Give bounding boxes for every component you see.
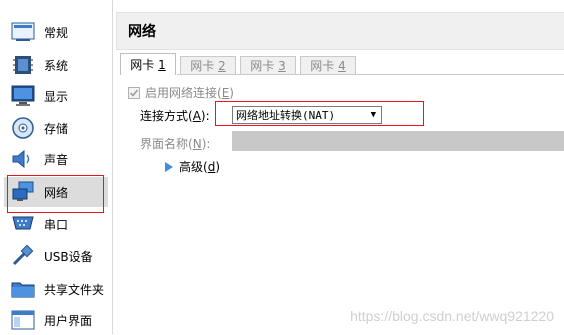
tab-label: 网卡 [130, 58, 155, 72]
advanced-label: 高级 [179, 160, 204, 174]
tab-label: 网卡 [310, 59, 335, 73]
enable-adapter-row[interactable]: 启用网络连接(E) [128, 84, 234, 101]
page-title: 网络 [128, 24, 156, 40]
storage-disc-icon [10, 117, 36, 139]
sidebar-item-label: 声音 [44, 152, 69, 167]
interface-name-label-row: 界面名称(N): [140, 137, 211, 151]
tab-number: 1 [158, 58, 166, 72]
enable-adapter-shortcut: E [221, 85, 230, 100]
system-chip-icon [10, 54, 36, 76]
sidebar-item-storage[interactable]: 存储 [4, 113, 108, 143]
sidebar-item-label: 串口 [44, 217, 69, 232]
general-settings-icon [10, 21, 36, 43]
tab-adapter-2[interactable]: 网卡 2 [180, 56, 236, 74]
advanced-shortcut: d [207, 159, 216, 174]
usb-icon [10, 245, 36, 267]
sidebar-item-display[interactable]: 显示 [4, 81, 108, 111]
attached-to-label: 连接方式 [140, 109, 189, 123]
sidebar-item-label: 显示 [44, 89, 69, 104]
enable-adapter-checkbox[interactable] [128, 86, 140, 99]
audio-speaker-icon [10, 148, 36, 170]
interface-name-select [232, 131, 564, 151]
sidebar-item-label: USB设备 [44, 249, 93, 264]
tab-number: 4 [338, 59, 346, 73]
display-monitor-icon [10, 85, 36, 107]
attached-to-label-row: 连接方式(A): [140, 109, 210, 123]
sidebar-item-usb[interactable]: USB设备 [4, 241, 108, 271]
sidebar-item-serial[interactable]: 串口 [4, 209, 108, 239]
watermark: https://blog.csdn.net/wwq921220 [350, 308, 554, 324]
settings-sidebar: 常规 系统 显示 存储 声音 网络 串口 USB设备 共享文件夹 用户界面 [0, 0, 113, 334]
attached-to-highlight-box [215, 101, 424, 126]
user-interface-icon [10, 309, 36, 331]
advanced-expander[interactable]: 高级(d) [165, 158, 220, 175]
interface-name-shortcut: N [192, 137, 202, 151]
sidebar-item-user-interface[interactable]: 用户界面 [4, 305, 108, 335]
sidebar-item-label: 系统 [44, 58, 69, 73]
sidebar-item-label: 存储 [44, 121, 69, 136]
tab-number: 2 [218, 59, 226, 73]
panel-header: 网络 [116, 12, 564, 50]
tab-adapter-3[interactable]: 网卡 3 [240, 56, 296, 74]
tab-divider [177, 74, 564, 75]
serial-port-icon [10, 213, 36, 235]
sidebar-item-label: 常规 [44, 25, 69, 40]
sidebar-item-label: 用户界面 [44, 313, 93, 328]
tab-label: 网卡 [190, 59, 215, 73]
sidebar-item-shared-folders[interactable]: 共享文件夹 [4, 274, 108, 304]
tab-number: 3 [278, 59, 286, 73]
tab-adapter-1[interactable]: 网卡 1 [120, 53, 176, 75]
sidebar-item-label: 共享文件夹 [44, 282, 105, 297]
enable-adapter-label: 启用网络连接 [145, 86, 218, 100]
tab-adapter-4[interactable]: 网卡 4 [300, 56, 356, 74]
sidebar-item-audio[interactable]: 声音 [4, 144, 108, 174]
tab-label: 网卡 [250, 59, 275, 73]
interface-name-label: 界面名称 [140, 137, 189, 151]
network-highlight-box [7, 175, 104, 213]
expand-triangle-icon [165, 161, 173, 172]
attached-to-shortcut: A [192, 109, 201, 123]
sidebar-item-general[interactable]: 常规 [4, 17, 108, 47]
sidebar-item-system[interactable]: 系统 [4, 50, 108, 80]
shared-folder-icon [10, 278, 36, 300]
